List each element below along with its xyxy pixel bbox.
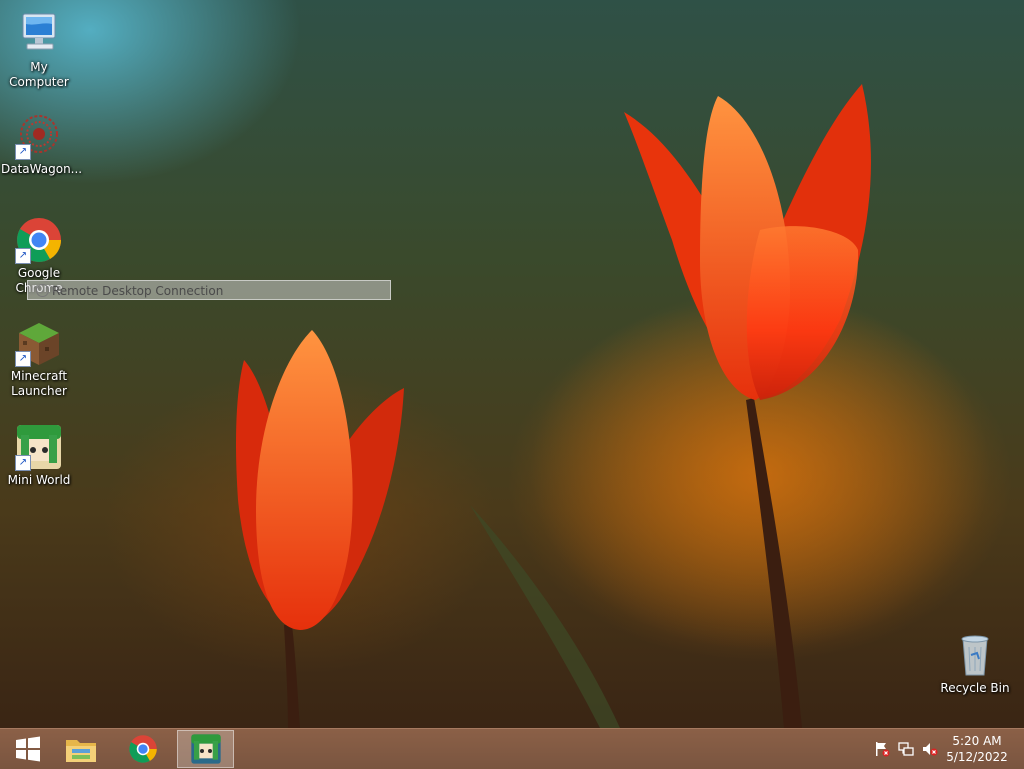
chrome-icon: [129, 735, 157, 763]
desktop[interactable]: My Computer ↗ DataWagon... ↗ Google C: [0, 0, 1024, 728]
minecraft-icon: ↗: [15, 319, 63, 367]
volume-muted-icon[interactable]: [922, 741, 938, 757]
chrome-icon: ↗: [15, 216, 63, 264]
desktop-icon-recycle-bin[interactable]: Recycle Bin: [937, 631, 1013, 696]
shortcut-arrow-icon: ↗: [15, 351, 31, 367]
datawagon-icon: ↗: [15, 112, 63, 160]
desktop-icon-label: DataWagon...: [1, 162, 83, 176]
windows-logo-icon: [16, 736, 40, 762]
taskbar-mini-world[interactable]: [177, 730, 234, 768]
remote-desktop-icon: [36, 284, 49, 297]
clock-date: 5/12/2022: [946, 750, 1008, 764]
start-button[interactable]: [0, 730, 56, 768]
mini-world-icon: [190, 734, 221, 764]
computer-icon: [15, 10, 63, 58]
taskbar-clock[interactable]: 5:20 AM 5/12/2022: [942, 733, 1012, 765]
taskbar-file-explorer[interactable]: [53, 730, 109, 768]
desktop-icon-minecraft-launcher[interactable]: ↗ Minecraft Launcher: [1, 319, 77, 399]
recycle-bin-icon: [951, 631, 999, 679]
wallpaper-tulips: [236, 84, 990, 728]
desktop-icon-label: My Computer: [9, 60, 69, 89]
desktop-icon-label: Minecraft Launcher: [10, 369, 68, 398]
drag-tooltip-label: Remote Desktop Connection: [52, 284, 224, 298]
taskbar-google-chrome[interactable]: [115, 730, 171, 768]
clock-time: 5:20 AM: [952, 734, 1002, 748]
desktop-icon-datawagon[interactable]: ↗ DataWagon...: [1, 112, 83, 177]
shortcut-arrow-icon: ↗: [15, 144, 31, 160]
desktop-icon-mini-world[interactable]: ↗ Mini World: [1, 423, 77, 488]
drag-tooltip: Remote Desktop Connection: [27, 280, 391, 300]
desktop-icon-label: Recycle Bin: [940, 681, 1010, 695]
desktop-icon-label: Mini World: [7, 473, 71, 487]
file-explorer-icon: [66, 740, 96, 762]
taskbar: 5:20 AM 5/12/2022: [0, 728, 1024, 769]
shortcut-arrow-icon: ↗: [15, 248, 31, 264]
network-icon[interactable]: [898, 741, 914, 757]
desktop-icon-my-computer[interactable]: My Computer: [1, 10, 77, 90]
action-center-flag-icon[interactable]: [874, 741, 890, 757]
mini-world-icon: ↗: [15, 423, 63, 471]
shortcut-arrow-icon: ↗: [15, 455, 31, 471]
